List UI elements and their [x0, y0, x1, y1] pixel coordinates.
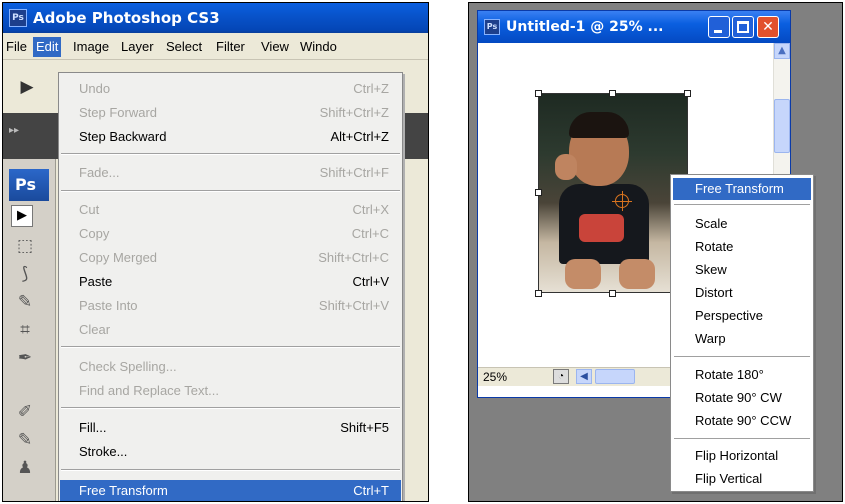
menu-separator [61, 469, 400, 471]
horizontal-scroll-thumb[interactable] [595, 369, 635, 384]
workspace-area: Ps Untitled-1 @ 25% ... ✕ ▲ 25% ◔ ◀ Free… [468, 2, 843, 502]
lasso-tool-icon[interactable]: ⟆ [11, 261, 39, 287]
ctx-item-flip-vertical[interactable]: Flip Vertical [673, 468, 811, 490]
scroll-thumb[interactable] [774, 99, 790, 153]
menubar: File Edit Image Layer Select Filter View… [3, 33, 428, 60]
transform-handle-top[interactable] [609, 90, 616, 97]
menu-item-check-spelling: Check Spelling... [79, 359, 177, 374]
photoshop-logo-icon: Ps [9, 9, 27, 27]
menu-separator [61, 190, 400, 192]
edit-menu-dropdown: Undo Ctrl+Z Step Forward Shift+Ctrl+Z Step… [58, 72, 403, 501]
crop-tool-icon[interactable]: ⌗ [11, 317, 39, 343]
menu-item-paste[interactable]: Paste Ctrl+V [60, 271, 401, 293]
menu-item-step-forward: Step Forward Shift+Ctrl+Z [79, 105, 389, 120]
zoom-level[interactable]: 25% [483, 370, 507, 384]
menu-item-step-backward[interactable]: Step Backward Alt+Ctrl+Z [60, 126, 401, 148]
ctx-item-rotate-90-ccw[interactable]: Rotate 90° CCW [673, 410, 811, 432]
tools-panel: Ps ▶ ⬚ ⟆ ✎ ⌗ ✒ ✐ ✎ ♟ [3, 159, 56, 501]
menu-separator [674, 204, 810, 205]
menu-separator [674, 356, 810, 357]
quick-selection-tool-icon[interactable]: ✎ [11, 289, 39, 315]
photo-leg [565, 259, 601, 289]
transform-context-menu: Free Transform Scale Rotate Skew Distort… [670, 174, 814, 492]
transform-handle-top-right[interactable] [684, 90, 691, 97]
photo-hand [555, 154, 577, 180]
menu-item-clear: Clear [79, 322, 111, 337]
menu-item-copy: Copy Ctrl+C [79, 226, 389, 241]
maximize-icon [737, 21, 749, 33]
clone-stamp-tool-icon[interactable]: ♟ [11, 455, 39, 481]
move-tool-option-icon[interactable]: ▶ [13, 74, 41, 100]
transform-handle-left[interactable] [535, 189, 542, 196]
ctx-item-rotate-180[interactable]: Rotate 180° [673, 364, 811, 386]
ctx-item-skew[interactable]: Skew [673, 259, 811, 281]
menu-item-fill[interactable]: Fill... Shift+F5 [60, 417, 401, 439]
ctx-item-rotate-90-cw[interactable]: Rotate 90° CW [673, 387, 811, 409]
document-title: Untitled-1 @ 25% ... [506, 19, 664, 35]
menu-window[interactable]: Windo [297, 37, 340, 57]
menu-item-find-replace: Find and Replace Text... [79, 383, 219, 398]
menu-separator [674, 438, 810, 439]
menu-filter[interactable]: Filter [213, 37, 248, 57]
transform-handle-bottom[interactable] [609, 290, 616, 297]
menu-separator [61, 153, 400, 155]
brush-tool-icon[interactable]: ✎ [11, 427, 39, 453]
expand-panels-icon[interactable]: ▸▸ [9, 125, 19, 136]
menu-item-paste-into: Paste Into Shift+Ctrl+V [79, 298, 389, 313]
menu-edit[interactable]: Edit [33, 37, 62, 57]
document-info-icon[interactable]: ◔ [553, 369, 569, 384]
document-titlebar[interactable]: Ps Untitled-1 @ 25% ... ✕ [478, 11, 790, 43]
menu-item-stroke[interactable]: Stroke... [60, 441, 401, 463]
menu-separator [61, 407, 400, 409]
menu-layer[interactable]: Layer [118, 37, 157, 57]
minimize-button[interactable] [708, 16, 730, 38]
ctx-item-free-transform[interactable]: Free Transform [673, 178, 811, 200]
ctx-item-flip-horizontal[interactable]: Flip Horizontal [673, 445, 811, 467]
menu-item-undo: Undo Ctrl+Z [79, 81, 389, 96]
photo-leg [619, 259, 655, 289]
close-button[interactable]: ✕ [757, 16, 779, 38]
menu-image[interactable]: Image [70, 37, 112, 57]
menu-item-copy-merged: Copy Merged Shift+Ctrl+C [79, 250, 389, 265]
ctx-item-distort[interactable]: Distort [673, 282, 811, 304]
menu-select[interactable]: Select [163, 37, 205, 57]
menu-view[interactable]: View [258, 37, 292, 57]
transform-pivot-icon[interactable] [612, 191, 632, 211]
maximize-button[interactable] [732, 16, 754, 38]
menu-item-fade: Fade... Shift+Ctrl+F [79, 165, 389, 180]
app-title: Adobe Photoshop CS3 [33, 9, 220, 27]
transform-handle-top-left[interactable] [535, 90, 542, 97]
close-icon: ✕ [762, 19, 774, 35]
move-tool-icon[interactable]: ▶ [11, 205, 33, 227]
ctx-item-warp[interactable]: Warp [673, 328, 811, 350]
transform-handle-bottom-left[interactable] [535, 290, 542, 297]
marquee-tool-icon[interactable]: ⬚ [11, 233, 39, 259]
shirt-print [579, 214, 624, 242]
photo-hair [569, 112, 629, 138]
tools-panel-tab[interactable]: Ps [9, 169, 49, 201]
eyedropper-tool-icon[interactable]: ✒ [11, 345, 39, 371]
document-icon: Ps [484, 19, 500, 35]
minimize-icon [714, 30, 722, 33]
app-titlebar: Ps Adobe Photoshop CS3 [3, 3, 428, 33]
scroll-left-icon[interactable]: ◀ [576, 369, 592, 384]
scroll-up-icon[interactable]: ▲ [774, 43, 790, 59]
photo-shirt [559, 184, 649, 264]
menu-file[interactable]: File [3, 37, 30, 57]
healing-brush-tool-icon[interactable]: ✐ [11, 399, 39, 425]
photoshop-app-window: Ps Adobe Photoshop CS3 File Edit Image L… [2, 2, 429, 502]
photo-layer[interactable] [538, 93, 688, 293]
ctx-item-perspective[interactable]: Perspective [673, 305, 811, 327]
ctx-item-rotate[interactable]: Rotate [673, 236, 811, 258]
ctx-item-scale[interactable]: Scale [673, 213, 811, 235]
menu-item-cut: Cut Ctrl+X [79, 202, 389, 217]
menu-separator [61, 346, 400, 348]
menu-item-free-transform[interactable]: Free Transform Ctrl+T [60, 480, 401, 501]
